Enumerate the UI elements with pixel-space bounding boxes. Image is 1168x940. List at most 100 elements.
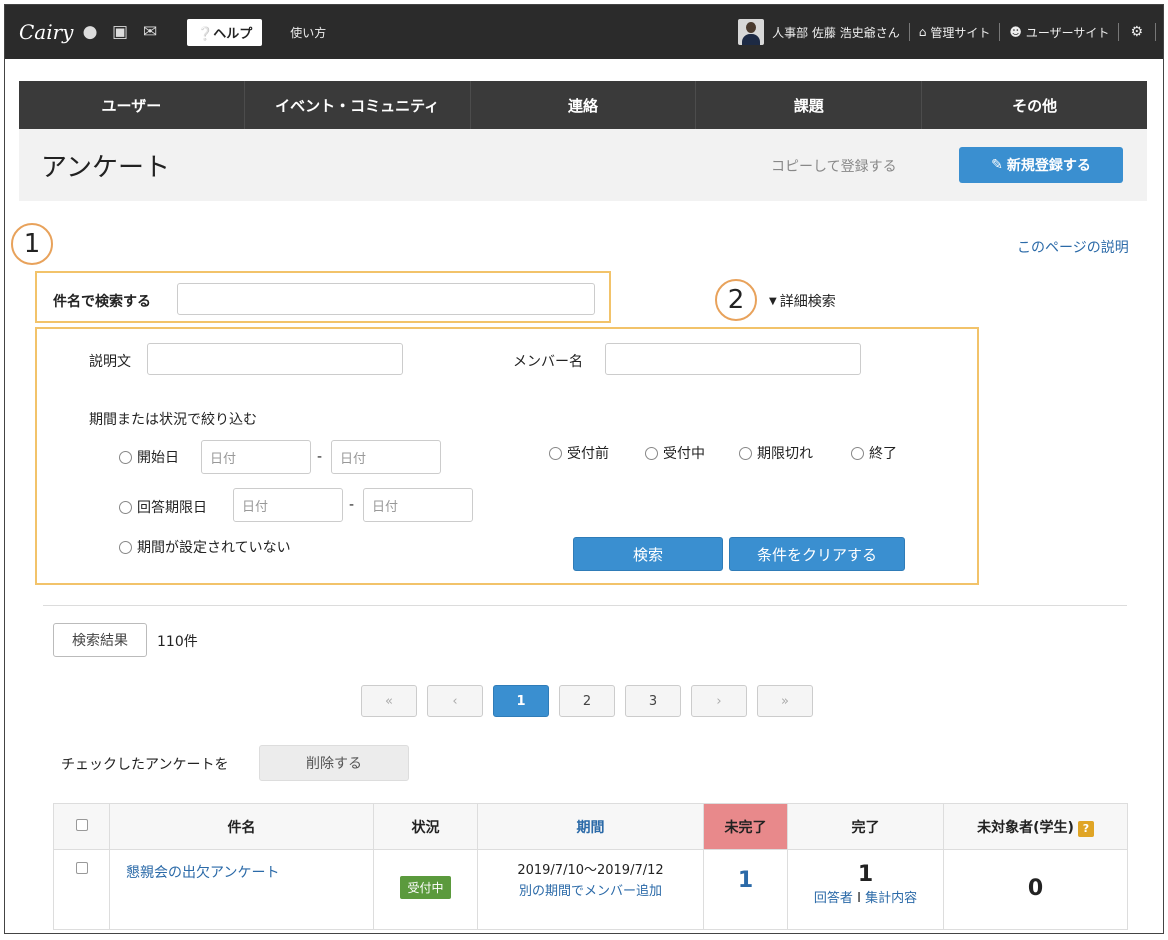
results-tag: 検索結果 bbox=[53, 623, 147, 657]
admin-site-link[interactable]: ⌂ 管理サイト bbox=[919, 24, 991, 41]
col-complete-header[interactable]: 完了 bbox=[787, 803, 944, 850]
page-help-link[interactable]: このページの説明 bbox=[1017, 237, 1129, 257]
radio-circle bbox=[739, 446, 752, 460]
start-date-from-input[interactable]: 日付 bbox=[201, 440, 311, 474]
date-separator: - bbox=[349, 497, 355, 513]
page-2-button[interactable]: 2 bbox=[559, 685, 615, 717]
topbar-right: 人事部 佐藤 浩史爺さん ⌂ 管理サイト ☻ ユーザーサイト ⚙ bbox=[738, 5, 1163, 59]
start-date-to-input[interactable]: 日付 bbox=[331, 440, 441, 474]
title-search-label: 件名で検索する bbox=[53, 294, 151, 310]
table-header-row: 件名 状況 期間 未完了 完了 未対象者(学生)? bbox=[53, 803, 1128, 850]
row-status-cell: 受付中 bbox=[373, 849, 478, 930]
avatar[interactable] bbox=[738, 19, 765, 45]
page-last-button[interactable]: » bbox=[757, 685, 813, 717]
radio-start-date[interactable]: 開始日 bbox=[119, 447, 179, 467]
page-prev-button[interactable]: ‹ bbox=[427, 685, 483, 717]
incomplete-count-link[interactable]: 1 bbox=[704, 868, 787, 893]
delete-button[interactable]: 削除する bbox=[259, 745, 409, 781]
annotation-circle-2: 2 bbox=[715, 279, 757, 321]
page-3-button[interactable]: 3 bbox=[625, 685, 681, 717]
user-name[interactable]: 人事部 佐藤 浩史爺さん bbox=[772, 24, 900, 41]
person-icon: ☻ bbox=[1009, 25, 1022, 39]
main-nav: ユーザー イベント・コミュニティ 連絡 課題 その他 bbox=[19, 81, 1147, 129]
gear-icon[interactable]: ⚙ bbox=[1128, 24, 1155, 40]
howto-link[interactable]: 使い方 bbox=[290, 24, 326, 41]
row-excluded-cell: 0 bbox=[943, 849, 1128, 930]
page-first-button[interactable]: « bbox=[361, 685, 417, 717]
period-text: 2019/7/10〜2019/7/12 bbox=[517, 863, 664, 878]
page-title: アンケート bbox=[41, 153, 170, 183]
col-title-header[interactable]: 件名 bbox=[109, 803, 374, 850]
complete-count: 1 bbox=[857, 862, 874, 887]
radio-circle bbox=[549, 446, 562, 460]
radio-no-period[interactable]: 期間が設定されていない bbox=[119, 537, 291, 557]
advanced-search-toggle[interactable]: ▼ 詳細検索 bbox=[769, 291, 836, 311]
help-icon[interactable]: ? bbox=[1077, 820, 1094, 837]
radio-circle bbox=[119, 450, 132, 464]
select-all-cell bbox=[53, 803, 110, 850]
mail-icon[interactable]: ✉ bbox=[135, 22, 165, 42]
radio-status-open[interactable]: 受付中 bbox=[645, 443, 705, 463]
radio-circle bbox=[851, 446, 864, 460]
summary-link[interactable]: 集計内容 bbox=[865, 891, 917, 906]
survey-title-link[interactable]: 懇親会の出欠アンケート bbox=[110, 862, 373, 882]
help-button[interactable]: ❔ヘルプ bbox=[187, 18, 263, 46]
divider bbox=[43, 605, 1127, 606]
respondents-link[interactable]: 回答者 bbox=[814, 891, 853, 906]
add-member-link[interactable]: 別の期間でメンバー追加 bbox=[478, 880, 703, 899]
page-header: アンケート コピーして登録する ✎ 新規登録する bbox=[19, 129, 1147, 201]
col-incomplete-header[interactable]: 未完了 bbox=[703, 803, 788, 850]
row-checkbox-cell bbox=[53, 849, 110, 930]
row-period-cell: 2019/7/10〜2019/7/12 別の期間でメンバー追加 bbox=[477, 849, 704, 930]
nav-item-users[interactable]: ユーザー bbox=[19, 81, 245, 129]
divider bbox=[999, 23, 1001, 41]
row-complete-cell: 1 回答者 I 集計内容 bbox=[787, 849, 944, 930]
top-bar: Cairy ● ▣ ✉ ❔ヘルプ 使い方 人事部 佐藤 浩史爺さん ⌂ 管理サイト… bbox=[5, 5, 1163, 59]
pencil-icon: ✎ bbox=[991, 157, 1003, 173]
radio-circle bbox=[119, 540, 132, 554]
table-row: 懇親会の出欠アンケート 受付中 2019/7/10〜2019/7/12 別の期間… bbox=[53, 849, 1128, 930]
col-period-header[interactable]: 期間 bbox=[477, 803, 704, 850]
description-input[interactable] bbox=[147, 343, 403, 375]
globe-icon[interactable]: ● bbox=[75, 22, 105, 42]
bulk-action-label: チェックしたアンケートを bbox=[61, 757, 229, 773]
nav-item-other[interactable]: その他 bbox=[922, 81, 1147, 129]
deadline-to-input[interactable]: 日付 bbox=[363, 488, 473, 522]
cairy-logo[interactable]: Cairy bbox=[19, 20, 75, 44]
briefcase-icon[interactable]: ▣ bbox=[105, 22, 135, 42]
radio-circle bbox=[119, 500, 132, 514]
new-register-button[interactable]: ✎ 新規登録する bbox=[959, 147, 1123, 183]
app-window: Cairy ● ▣ ✉ ❔ヘルプ 使い方 人事部 佐藤 浩史爺さん ⌂ 管理サイト… bbox=[4, 4, 1164, 934]
date-separator: - bbox=[317, 449, 323, 465]
page-next-button[interactable]: › bbox=[691, 685, 747, 717]
nav-item-tasks[interactable]: 課題 bbox=[696, 81, 923, 129]
excluded-count: 0 bbox=[1027, 876, 1044, 901]
nav-item-events[interactable]: イベント・コミュニティ bbox=[245, 81, 471, 129]
divider bbox=[908, 23, 910, 41]
clear-conditions-button[interactable]: 条件をクリアする bbox=[729, 537, 905, 571]
member-name-label: メンバー名 bbox=[513, 354, 583, 370]
row-checkbox[interactable] bbox=[75, 862, 88, 874]
divider bbox=[1155, 23, 1156, 41]
row-incomplete-cell: 1 bbox=[703, 849, 788, 930]
deadline-from-input[interactable]: 日付 bbox=[233, 488, 343, 522]
status-badge: 受付中 bbox=[400, 876, 451, 899]
user-site-link[interactable]: ☻ ユーザーサイト bbox=[1009, 24, 1109, 41]
link-separator: I bbox=[857, 891, 861, 906]
page-1-button[interactable]: 1 bbox=[493, 685, 549, 717]
select-all-checkbox[interactable] bbox=[75, 818, 88, 831]
title-search-input[interactable] bbox=[177, 283, 595, 315]
radio-status-closed[interactable]: 終了 bbox=[851, 443, 897, 463]
radio-status-before[interactable]: 受付前 bbox=[549, 443, 609, 463]
copy-register-link[interactable]: コピーして登録する bbox=[771, 156, 897, 176]
description-label: 説明文 bbox=[89, 354, 131, 370]
results-count: 110件 bbox=[157, 634, 198, 650]
col-status-header[interactable]: 状況 bbox=[373, 803, 478, 850]
radio-status-expired[interactable]: 期限切れ bbox=[739, 443, 813, 463]
radio-deadline-date[interactable]: 回答期限日 bbox=[119, 497, 207, 517]
search-button[interactable]: 検索 bbox=[573, 537, 723, 571]
radio-circle bbox=[645, 446, 658, 460]
member-name-input[interactable] bbox=[605, 343, 861, 375]
survey-table: 件名 状況 期間 未完了 完了 未対象者(学生)? 懇親会の出欠アンケート 受付… bbox=[53, 803, 1128, 930]
nav-item-contact[interactable]: 連絡 bbox=[471, 81, 697, 129]
